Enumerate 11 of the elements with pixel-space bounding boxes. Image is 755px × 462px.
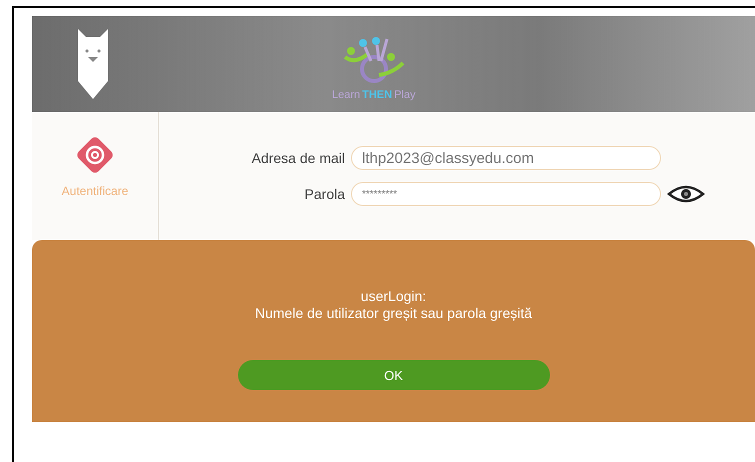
logo-word: Play [394, 89, 416, 101]
password-field[interactable]: ********* [351, 182, 661, 206]
email-field[interactable]: lthp2023@classyedu.com [351, 146, 661, 170]
fox-logo-icon [76, 29, 110, 99]
error-message: userLogin: Numele de utilizator greșit sau parola greșită [254, 288, 532, 322]
eye-icon[interactable] [667, 184, 705, 204]
field-label: Parola [304, 186, 345, 202]
logo-word: Learn [332, 89, 360, 101]
ok-button[interactable]: OK [238, 360, 550, 390]
logo-word: THEN [362, 89, 392, 101]
field-label: Adresa de mail [250, 150, 345, 166]
